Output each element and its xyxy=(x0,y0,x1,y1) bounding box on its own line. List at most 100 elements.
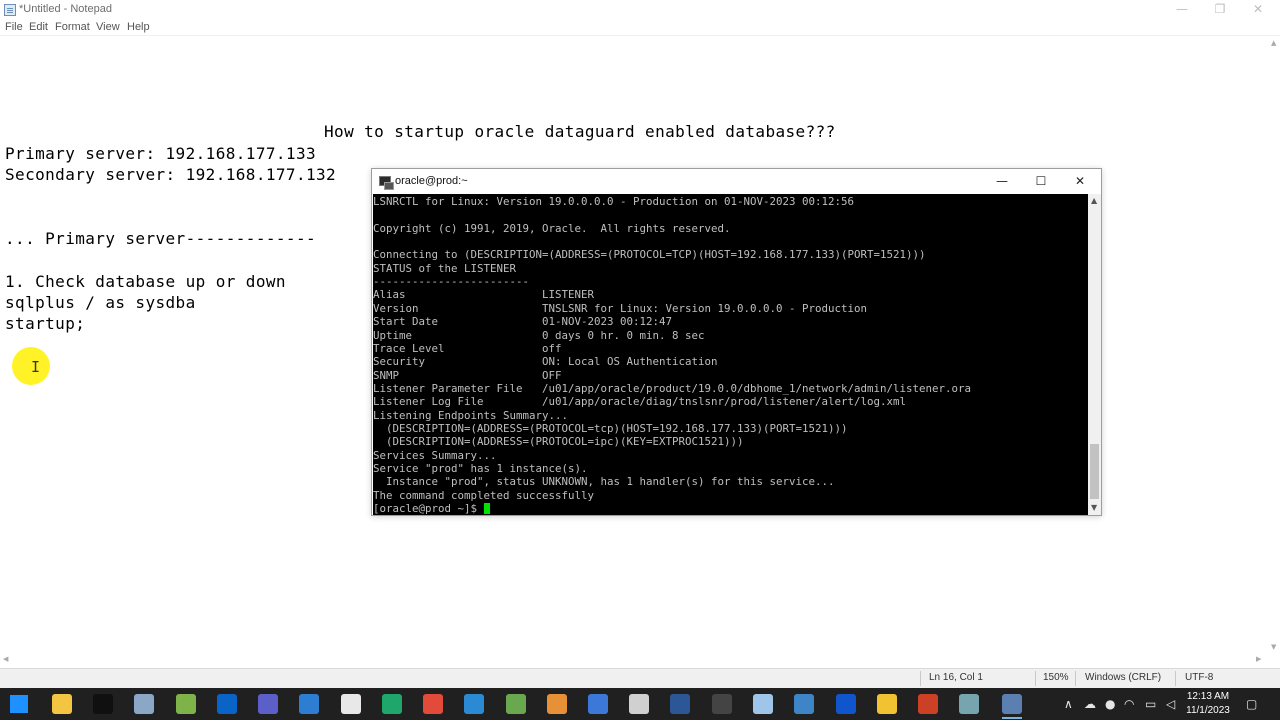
terminal-icon[interactable] xyxy=(93,694,113,714)
app-icon-1[interactable] xyxy=(134,694,154,714)
file-explorer-icon[interactable] xyxy=(52,694,72,714)
terminal-line: Services Summary... xyxy=(373,448,497,462)
text-line-sqlplus: sqlplus / as sysdba xyxy=(5,293,196,312)
putty-icon[interactable] xyxy=(1002,694,1022,714)
battery-icon[interactable]: ▭ xyxy=(1145,697,1156,711)
clock-time: 12:13 AM xyxy=(1186,691,1230,702)
terminal-line: Copyright (c) 1991, 2019, Oracle. All ri… xyxy=(373,221,731,235)
status-separator xyxy=(1075,671,1076,686)
putty-minimize-button[interactable]: — xyxy=(982,169,1022,194)
virtualbox-icon[interactable] xyxy=(753,694,773,714)
text-line-primary-section: ... Primary server------------- xyxy=(5,229,317,248)
app-icon-6[interactable] xyxy=(547,694,567,714)
status-line-ending: Windows (CRLF) xyxy=(1085,672,1162,683)
close-button[interactable]: ✕ xyxy=(1238,0,1278,20)
app-icon-4[interactable] xyxy=(341,694,361,714)
wifi-icon[interactable]: ◠ xyxy=(1124,697,1134,711)
scroll-left-arrow-icon[interactable]: ◀ xyxy=(3,655,8,663)
volume-icon[interactable]: ◁ xyxy=(1166,697,1175,711)
terminal-cursor xyxy=(483,503,490,515)
terminal-line: STATUS of the LISTENER xyxy=(373,261,517,275)
windows-start-icon[interactable] xyxy=(10,695,28,713)
status-cursor-position: Ln 16, Col 1 xyxy=(929,672,983,683)
terminal-line: Connecting to (DESCRIPTION=(ADDRESS=(PRO… xyxy=(373,248,926,262)
desktop: *Untitled - Notepad — ❐ ✕ File Edit Form… xyxy=(0,0,1280,720)
scroll-right-arrow-icon[interactable]: ▶ xyxy=(1256,655,1261,663)
app-icon-9[interactable] xyxy=(670,694,690,714)
terminal-line: Instance "prod", status UNKNOWN, has 1 h… xyxy=(373,475,835,489)
restore-button[interactable]: ❐ xyxy=(1200,0,1240,20)
terminal-line: Listener Parameter File /u01/app/oracle/… xyxy=(373,381,972,395)
system-clock[interactable]: 12:13 AM 11/1/2023 xyxy=(1182,690,1234,718)
app-icon-7[interactable] xyxy=(588,694,608,714)
putty-scroll-up-icon[interactable]: ▲ xyxy=(1091,196,1097,205)
terminal-line: Alias LISTENER xyxy=(373,288,595,302)
putty-scrollbar[interactable]: ▲ ▼ xyxy=(1088,194,1101,515)
status-separator xyxy=(1035,671,1036,686)
tray-overflow-chevron-icon[interactable]: ∧ xyxy=(1064,697,1073,711)
terminal-output[interactable]: LSNRCTL for Linux: Version 19.0.0.0.0 - … xyxy=(373,194,1088,515)
scroll-down-arrow-icon[interactable]: ▼ xyxy=(1271,643,1276,651)
putty-titlebar[interactable]: oracle@prod:~ — ☐ ✕ xyxy=(372,169,1101,194)
minimize-button[interactable]: — xyxy=(1162,0,1202,20)
terminal-line: Listener Log File /u01/app/oracle/diag/t… xyxy=(373,395,907,409)
notepad-vertical-scrollbar[interactable]: ▲ ▼ xyxy=(1268,37,1280,656)
terminal-line: SNMP OFF xyxy=(373,368,562,382)
menu-view[interactable]: View xyxy=(96,21,120,33)
putty-close-button[interactable]: ✕ xyxy=(1060,169,1100,194)
app-icon-5[interactable] xyxy=(506,694,526,714)
status-separator xyxy=(920,671,921,686)
text-line-heading: How to startup oracle dataguard enabled … xyxy=(324,122,836,141)
menu-help[interactable]: Help xyxy=(127,21,150,33)
putty-maximize-button[interactable]: ☐ xyxy=(1021,169,1061,194)
putty-scroll-thumb[interactable] xyxy=(1090,444,1099,499)
putty-app-icon xyxy=(379,176,394,190)
text-line-primary-server: Primary server: 192.168.177.133 xyxy=(5,144,317,163)
outlook-icon[interactable] xyxy=(217,694,237,714)
running-indicator xyxy=(1002,717,1022,719)
terminal-line: Listening Endpoints Summary... xyxy=(373,408,569,422)
onedrive-icon[interactable]: ☁ xyxy=(1084,697,1096,711)
app-icon-11[interactable] xyxy=(794,694,814,714)
app-icon-14[interactable] xyxy=(918,694,938,714)
notepad-titlebar: *Untitled - Notepad — ❐ ✕ xyxy=(0,0,1280,20)
notepad-menubar: File Edit Format View Help xyxy=(0,20,1280,36)
app-icon-13[interactable] xyxy=(877,694,897,714)
notification-icon[interactable]: ▢ xyxy=(1246,697,1257,711)
app-icon-12[interactable] xyxy=(836,694,856,714)
terminal-line: Start Date 01-NOV-2023 00:12:47 xyxy=(373,315,673,329)
terminal-line: LSNRCTL for Linux: Version 19.0.0.0.0 - … xyxy=(373,195,855,208)
app-icon-2[interactable] xyxy=(176,694,196,714)
status-zoom: 150% xyxy=(1043,672,1069,683)
terminal-line: Service "prod" has 1 instance(s). xyxy=(373,462,588,475)
chrome-icon[interactable] xyxy=(423,694,443,714)
app-icon-3[interactable] xyxy=(299,694,319,714)
microphone-icon[interactable]: ● xyxy=(1105,697,1115,711)
scroll-up-arrow-icon[interactable]: ▲ xyxy=(1271,39,1276,47)
text-line-step1: 1. Check database up or down xyxy=(5,272,286,291)
putty-scroll-down-icon[interactable]: ▼ xyxy=(1091,503,1097,512)
menu-file[interactable]: File xyxy=(5,21,23,33)
notepad-status-bar: Ln 16, Col 1 150% Windows (CRLF) UTF-8 xyxy=(0,668,1280,688)
notepad-horizontal-scrollbar[interactable]: ◀ ▶ xyxy=(0,654,1268,666)
app-icon-8[interactable] xyxy=(629,694,649,714)
prompt-text: [oracle@prod ~]$ xyxy=(373,502,484,515)
terminal-line: (DESCRIPTION=(ADDRESS=(PROTOCOL=ipc)(KEY… xyxy=(373,435,744,449)
notepad-window-title: *Untitled - Notepad xyxy=(19,3,112,15)
text-line-secondary-server: Secondary server: 192.168.177.132 xyxy=(5,165,337,184)
teams-icon[interactable] xyxy=(258,694,278,714)
terminal-line: Security ON: Local OS Authentication xyxy=(373,355,718,369)
putty-window[interactable]: oracle@prod:~ — ☐ ✕ LSNRCTL for Linux: V… xyxy=(371,168,1102,516)
menu-edit[interactable]: Edit xyxy=(29,21,48,33)
notepad-app-icon xyxy=(4,4,16,16)
app-icon-10[interactable] xyxy=(712,694,732,714)
terminal-line: (DESCRIPTION=(ADDRESS=(PROTOCOL=tcp)(HOS… xyxy=(373,421,848,435)
vscode-icon[interactable] xyxy=(464,694,484,714)
menu-format[interactable]: Format xyxy=(55,21,90,33)
app-icon-15[interactable] xyxy=(959,694,979,714)
text-line-startup: startup; xyxy=(5,314,86,333)
edge-icon[interactable] xyxy=(382,694,402,714)
terminal-prompt[interactable]: [oracle@prod ~]$ xyxy=(373,502,490,515)
terminal-line: The command completed successfully xyxy=(373,488,595,502)
ibeam-cursor-icon: I xyxy=(31,358,41,376)
